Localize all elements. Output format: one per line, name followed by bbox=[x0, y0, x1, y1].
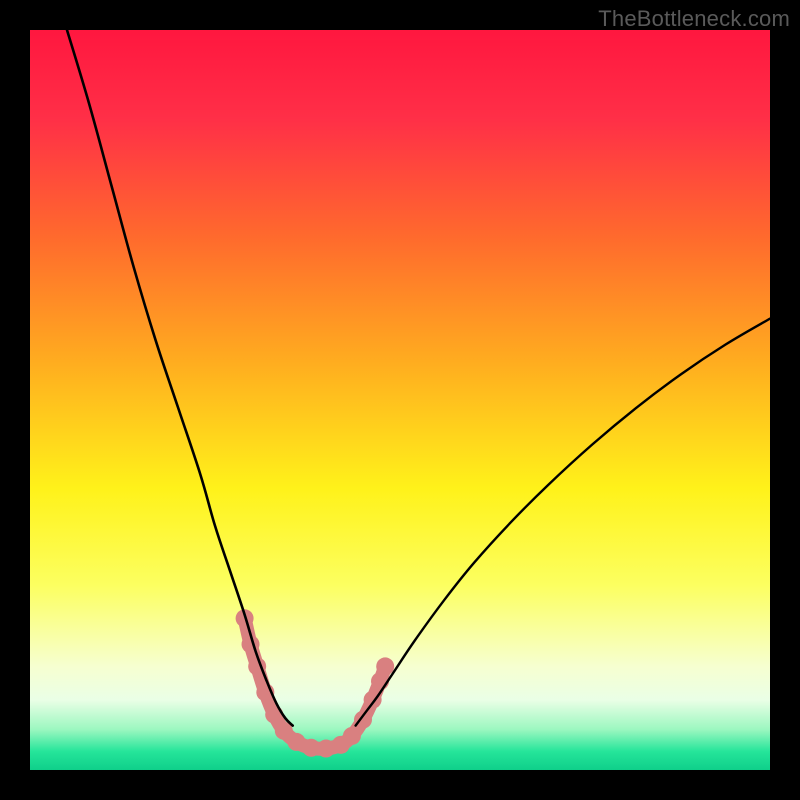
valley-highlight-dot bbox=[376, 657, 394, 675]
valley-highlight-dot bbox=[343, 727, 361, 745]
chart-svg bbox=[30, 30, 770, 770]
valley-highlight-dot bbox=[265, 706, 283, 724]
watermark-text: TheBottleneck.com bbox=[598, 6, 790, 32]
chart-frame: TheBottleneck.com bbox=[0, 0, 800, 800]
gradient-background bbox=[30, 30, 770, 770]
plot-area bbox=[30, 30, 770, 770]
